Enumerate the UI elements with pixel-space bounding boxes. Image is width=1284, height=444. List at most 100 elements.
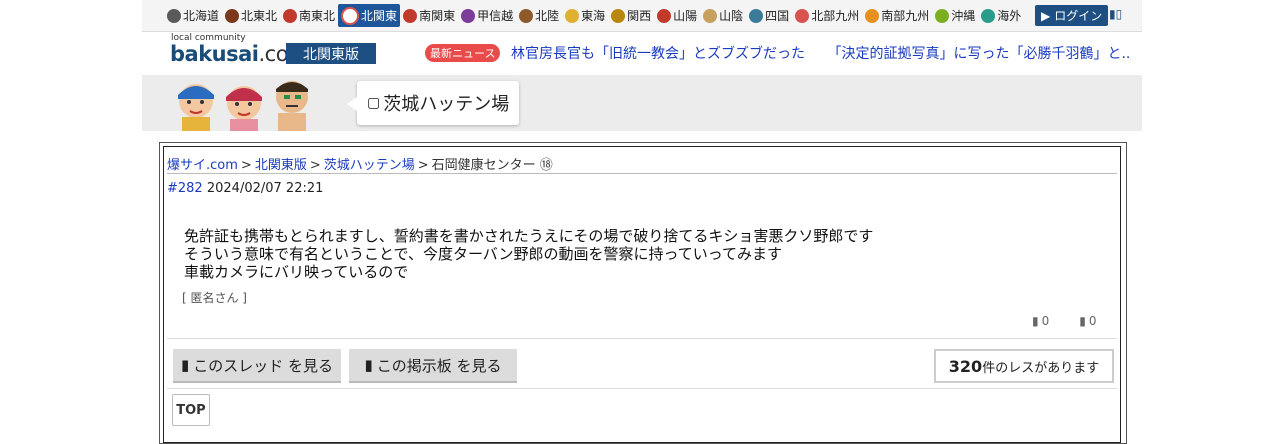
region-mascot-icon <box>865 8 880 23</box>
board-icon: ▢ <box>367 95 381 111</box>
region-mascot-icon <box>935 8 950 23</box>
view-thread-label: このスレッド を見る <box>193 356 334 375</box>
region-item[interactable]: 北関東 <box>338 4 401 27</box>
login-button[interactable]: ▶ ログイン <box>1035 5 1109 26</box>
region-item[interactable]: 南部九州 <box>862 4 932 27</box>
post-author: [ 匿名さん ] <box>182 291 247 305</box>
region-list: 北海道 北東北 南東北 北関東 南関東 甲信越 北陸 東海 関西 山陽 山陰 四国 北部九州 南部九州 沖縄… <box>164 4 1024 27</box>
view-thread-button[interactable]: ▮ このスレッド を見る <box>173 349 341 383</box>
bad-vote-button[interactable]: ▮ 0 <box>1079 314 1096 328</box>
region-label: 沖縄 <box>951 9 976 23</box>
region-label: 山陽 <box>673 9 698 23</box>
breadcrumb-board-link[interactable]: 茨城ハッテン場 <box>324 158 415 173</box>
region-label: 甲信越 <box>477 9 514 23</box>
login-icon: ▶ <box>1041 8 1051 23</box>
divider <box>167 388 1117 389</box>
breadcrumb-site-link[interactable]: 爆サイ.com <box>167 158 238 173</box>
region-label: 南部九州 <box>881 9 930 23</box>
board-list-icon: ▮ <box>364 356 373 374</box>
board-title[interactable]: ▢ 茨城ハッテン場 <box>346 81 520 125</box>
region-item[interactable]: 北東北 <box>222 4 280 27</box>
vote-bar: ▮ 0 ▮ 0 <box>1032 314 1097 328</box>
news-ticker[interactable]: 林官房長官も「旧統一教会」とズブズブだった 「決定的証拠写真」に写った「必勝千羽… <box>511 43 1131 63</box>
more-menu-icon[interactable]: ▮▯ <box>1109 7 1122 21</box>
region-item[interactable]: 四国 <box>746 4 792 27</box>
region-item[interactable]: 北部九州 <box>792 4 862 27</box>
board-title-text: 茨城ハッテン場 <box>383 94 510 115</box>
region-label: 東海 <box>581 9 606 23</box>
region-item[interactable]: 北陸 <box>516 4 562 27</box>
post-card: 爆サイ.com > 北関東版 > 茨城ハッテン場 > 石岡健康センター ⑱ #282 202… <box>163 146 1121 443</box>
region-label: 関西 <box>627 9 652 23</box>
region-label: 南東北 <box>299 9 336 23</box>
region-label: 北海道 <box>183 9 220 23</box>
post-line: 車載カメラにバリ映っているので <box>184 263 409 281</box>
edition-badge[interactable]: 北関東版 <box>286 43 376 64</box>
region-mascot-icon <box>461 8 476 23</box>
view-board-label: この掲示板 を見る <box>376 356 502 375</box>
post-line: 免許証も携帯もとられますし、誓約書を書かされたうえにその場で破り捨てるキショ害悪… <box>184 227 874 245</box>
bad-count: 0 <box>1088 314 1097 328</box>
news-item[interactable]: 「決定的証拠写真」に写った「必勝千羽鶴」と... <box>827 46 1131 62</box>
region-label: 四国 <box>765 9 790 23</box>
region-item[interactable]: 海外 <box>978 4 1024 27</box>
region-nav-bar: 北海道 北東北 南東北 北関東 南関東 甲信越 北陸 東海 関西 山陽 山陰 四国 北部九州 南部九州 沖縄… <box>142 0 1142 32</box>
post-container: 爆サイ.com > 北関東版 > 茨城ハッテン場 > 石岡健康センター ⑱ #282 202… <box>159 142 1127 444</box>
region-item[interactable]: 甲信越 <box>458 4 516 27</box>
breadcrumb-edition-link[interactable]: 北関東版 <box>255 158 307 173</box>
post-line: そういう意味で有名ということで、今度ターバン野郎の動画を警察に持っていってみます <box>184 245 783 263</box>
region-label: 海外 <box>997 9 1022 23</box>
breadcrumb-separator: > <box>240 158 252 173</box>
post-datetime: 2024/02/07 22:21 <box>206 181 324 196</box>
region-label: 南関東 <box>419 9 456 23</box>
good-vote-button[interactable]: ▮ 0 <box>1032 314 1049 328</box>
logo-main: bakusai <box>170 42 259 66</box>
mascot-characters-icon <box>178 81 308 131</box>
region-mascot-icon <box>703 8 718 23</box>
region-label: 北部九州 <box>811 9 860 23</box>
region-label: 北東北 <box>241 9 278 23</box>
thumbs-up-icon: ▮ <box>1032 314 1039 328</box>
region-mascot-icon <box>749 8 764 23</box>
region-item[interactable]: 関西 <box>608 4 654 27</box>
region-mascot-icon <box>167 8 181 23</box>
post-body: 免許証も携帯もとられますし、誓約書を書かされたうえにその場で破り捨てるキショ害悪… <box>184 227 873 281</box>
region-mascot-icon <box>565 8 580 23</box>
region-mascot-icon <box>981 8 996 23</box>
region-item[interactable]: 北海道 <box>164 4 222 27</box>
region-mascot-icon <box>611 8 626 23</box>
breadcrumb-separator: > <box>417 158 429 173</box>
post-meta: #282 2024/02/07 22:21 <box>167 181 323 196</box>
region-mascot-icon <box>283 8 298 23</box>
thread-icon: ▮ <box>180 356 190 374</box>
region-mascot-icon <box>519 8 534 23</box>
region-item[interactable]: 山陰 <box>700 4 746 27</box>
view-board-button[interactable]: ▮ この掲示板 を見る <box>349 349 517 383</box>
region-item[interactable]: 東海 <box>562 4 608 27</box>
region-mascot-icon <box>341 6 360 25</box>
region-mascot-icon <box>225 8 240 23</box>
breadcrumb: 爆サイ.com > 北関東版 > 茨城ハッテン場 > 石岡健康センター ⑱ <box>167 154 553 173</box>
good-count: 0 <box>1041 314 1050 328</box>
top-button[interactable]: TOP <box>172 394 210 426</box>
region-mascot-icon <box>657 8 672 23</box>
news-item[interactable]: 林官房長官も「旧統一教会」とズブズブだった <box>511 46 805 62</box>
board-banner: ▢ 茨城ハッテン場 <box>142 75 1142 131</box>
region-label: 北関東 <box>361 9 398 23</box>
region-item[interactable]: 山陽 <box>654 4 700 27</box>
region-item[interactable]: 南東北 <box>280 4 338 27</box>
thumbs-down-icon: ▮ <box>1079 314 1086 328</box>
post-number-link[interactable]: #282 <box>167 181 203 196</box>
divider <box>167 173 1117 174</box>
region-mascot-icon <box>403 8 418 23</box>
region-item[interactable]: 沖縄 <box>932 4 978 27</box>
region-item[interactable]: 南関東 <box>400 4 458 27</box>
breadcrumb-thread: 石岡健康センター ⑱ <box>431 158 553 173</box>
response-count-suffix: 件のレスがあります <box>982 360 1100 376</box>
breadcrumb-separator: > <box>309 158 321 173</box>
region-label: 山陰 <box>719 9 744 23</box>
news-badge: 最新ニュース <box>425 44 501 62</box>
divider <box>167 338 1117 339</box>
response-count-box: 320 件のレスがあります <box>934 349 1114 383</box>
region-label: 北陸 <box>535 9 560 23</box>
